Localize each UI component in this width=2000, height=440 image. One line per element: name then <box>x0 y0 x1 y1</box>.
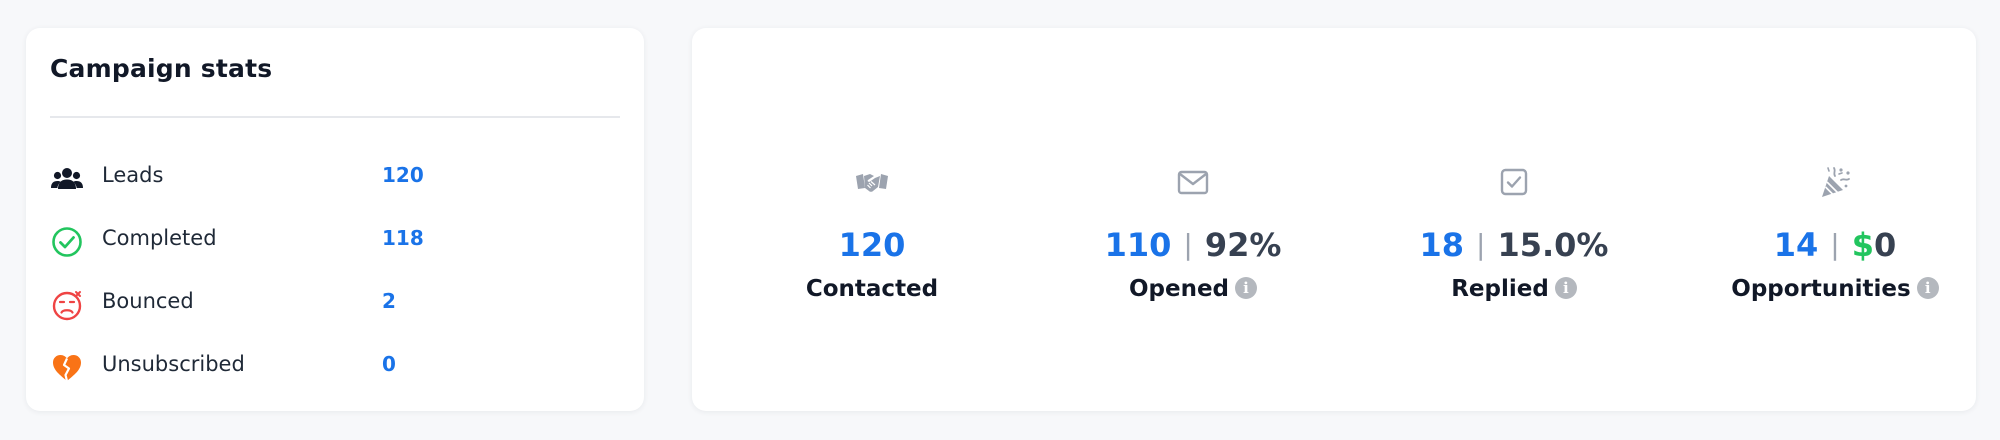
opened-info-icon[interactable]: i <box>1235 276 1258 299</box>
stat-label-completed: Completed <box>102 226 217 250</box>
stat-row-unsubscribed: Unsubscribed 0 <box>50 347 610 387</box>
campaign-metrics-card: 120 Contacted 110 | 92% Opened i 18 | 15.0% <box>692 28 1976 411</box>
metric-contacted: 120 Contacted <box>722 136 1022 302</box>
metric-opened: 110 | 92% Opened i <box>1043 136 1343 302</box>
metric-opportunities-separator: | <box>1830 228 1840 261</box>
campaign-stats-title: Campaign stats <box>50 54 273 83</box>
stat-label-bounced: Bounced <box>102 289 194 313</box>
party-popper-icon <box>1817 164 1853 200</box>
metric-opened-separator: | <box>1183 228 1193 261</box>
metric-opportunities-value: 14 <box>1773 226 1819 264</box>
metric-replied: 18 | 15.0% Replied i <box>1364 136 1664 302</box>
metric-opportunities-label: Opportunities i <box>1685 276 1985 302</box>
opportunities-info-icon[interactable]: i <box>1916 276 1939 299</box>
metric-replied-label: Replied i <box>1364 276 1664 302</box>
stat-row-bounced: Bounced 2 <box>50 284 610 324</box>
metric-contacted-value: 120 <box>838 226 906 264</box>
stat-label-unsubscribed: Unsubscribed <box>102 352 245 376</box>
campaign-stats-divider <box>50 116 620 118</box>
metric-opened-label: Opened i <box>1043 276 1343 302</box>
replied-info-icon[interactable]: i <box>1554 276 1577 299</box>
metric-replied-value: 18 <box>1419 226 1465 264</box>
metric-opened-numbers: 110 | 92% <box>1043 226 1343 264</box>
metric-opportunities-amount: 0 <box>1873 226 1897 264</box>
currency-symbol: $ <box>1851 226 1874 264</box>
checkbox-icon <box>1496 164 1532 200</box>
stat-value-bounced: 2 <box>382 289 396 313</box>
metric-replied-rate: 15.0% <box>1497 226 1609 264</box>
envelope-icon <box>1175 164 1211 200</box>
metric-contacted-label: Contacted <box>722 276 1022 302</box>
metric-replied-label-text: Replied <box>1451 276 1549 302</box>
metric-opened-value: 110 <box>1104 226 1172 264</box>
metric-opportunities: 14 | $0 Opportunities i <box>1685 136 1985 302</box>
campaign-stats-card: Campaign stats Leads 120 Completed 118 B… <box>26 28 644 411</box>
users-icon <box>50 162 84 196</box>
handshake-icon <box>854 164 890 200</box>
check-circle-icon <box>50 225 84 259</box>
metric-opened-label-text: Opened <box>1128 276 1230 302</box>
stat-value-leads: 120 <box>382 163 424 187</box>
metric-opened-rate: 92% <box>1204 226 1282 264</box>
sad-face-icon <box>50 288 84 322</box>
broken-heart-icon <box>50 351 84 385</box>
stat-label-leads: Leads <box>102 163 164 187</box>
stat-value-unsubscribed: 0 <box>382 352 396 376</box>
metric-replied-numbers: 18 | 15.0% <box>1364 226 1664 264</box>
metric-opportunities-numbers: 14 | $0 <box>1685 226 1985 264</box>
stat-value-completed: 118 <box>382 226 424 250</box>
metric-opportunities-label-text: Opportunities <box>1731 276 1911 302</box>
stat-row-completed: Completed 118 <box>50 221 610 261</box>
metric-contacted-label-text: Contacted <box>805 276 939 302</box>
stat-row-leads: Leads 120 <box>50 158 610 198</box>
metric-contacted-numbers: 120 <box>722 226 1022 264</box>
metric-replied-separator: | <box>1476 228 1486 261</box>
